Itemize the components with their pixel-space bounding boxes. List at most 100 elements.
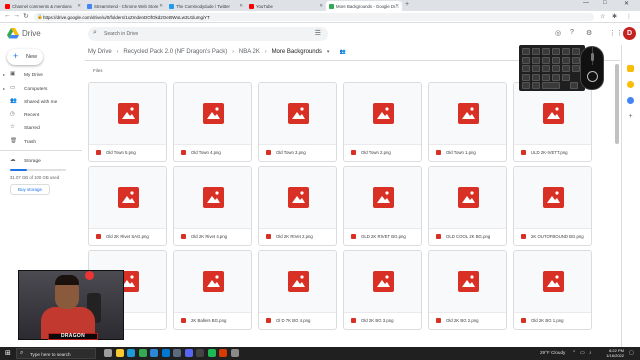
notifications-icon[interactable]: ▢ (629, 350, 634, 356)
obs-icon[interactable] (196, 349, 204, 357)
browser-tab-active[interactable]: More Backgrounds - Google Dr... ✕ (326, 1, 402, 11)
taskbar-clock[interactable]: 8:22 PM 1/16/2022 (598, 348, 624, 358)
volume-icon[interactable]: ♪ (589, 350, 592, 356)
mail-icon[interactable] (161, 349, 170, 357)
spotify-icon[interactable] (207, 349, 216, 357)
file-card[interactable]: 2K OUTOFBOUND BG.png (513, 166, 592, 246)
sidebar-item-shared-with-me[interactable]: 👥 Shared with me (0, 97, 82, 108)
shared-folder-icon[interactable]: 👥 (339, 49, 345, 55)
file-thumbnail[interactable] (429, 167, 506, 229)
scrollbar-thumb[interactable] (615, 64, 619, 144)
maximize-button[interactable]: □ (603, 0, 607, 6)
file-card[interactable]: ULD 2K-IVETT.png (513, 82, 592, 162)
keep-icon[interactable] (627, 81, 634, 88)
close-tab-icon[interactable]: ✕ (77, 3, 81, 9)
taskbar-search-input[interactable]: ⌕ Type here to search (16, 348, 96, 359)
file-thumbnail[interactable] (344, 251, 421, 313)
back-button[interactable]: ← (4, 12, 11, 19)
reload-button[interactable]: ↻ (23, 12, 29, 20)
close-tab-icon[interactable]: ✕ (395, 3, 399, 9)
chrome-menu-icon[interactable]: ⋮ (626, 13, 632, 20)
buy-storage-button[interactable]: Buy storage (10, 184, 50, 195)
scrollbar[interactable] (615, 62, 619, 345)
windows-start-icon[interactable]: ⊞ (5, 350, 11, 357)
breadcrumb-item[interactable]: My Drive (88, 49, 112, 55)
drive-search-input[interactable]: ⌕ Search in Drive ☰ (88, 27, 328, 41)
file-card[interactable]: Old 2K Rivet 4.png (173, 166, 252, 246)
minimize-button[interactable]: — (583, 0, 589, 6)
file-thumbnail[interactable] (174, 167, 251, 229)
file-card[interactable]: Old Town 1.png (428, 82, 507, 162)
add-addon-icon[interactable]: + (627, 113, 634, 120)
file-thumbnail[interactable] (514, 167, 591, 229)
file-card[interactable]: OLD COOL 2K BG.png (428, 166, 507, 246)
file-thumbnail[interactable] (344, 83, 421, 145)
file-card[interactable]: Old Town 5.png (88, 82, 167, 162)
browser-tab[interactable]: StreamSend - Chrome Web Store ✕ (84, 1, 166, 11)
browser-tab[interactable]: The Commodydude / Twitter ✕ (166, 1, 246, 11)
file-card[interactable]: 2K Ballers BG.png (173, 250, 252, 330)
file-thumbnail[interactable] (259, 83, 336, 145)
network-icon[interactable]: ▭ (580, 350, 585, 356)
sidebar-item-my-drive[interactable]: ▸ ▣ My Drive (0, 70, 82, 81)
file-card[interactable]: Old Town 4.png (173, 82, 252, 162)
weather-widget[interactable]: 29°F Cloudy (540, 350, 565, 355)
offline-status-icon[interactable]: ◎ (555, 29, 561, 37)
apps-icon[interactable]: ⋮⋮ (609, 29, 623, 37)
close-window-button[interactable]: ✕ (624, 0, 629, 7)
sidebar-item-starred[interactable]: ☆ Starred (0, 123, 82, 134)
sidebar-item-computers[interactable]: ▸ ▭ Computers (0, 84, 82, 95)
chevron-down-icon[interactable]: ▾ (327, 49, 330, 55)
chrome-icon[interactable] (138, 349, 147, 357)
browser-tab[interactable]: YouTube ✕ (246, 1, 326, 11)
tasks-icon[interactable] (627, 97, 634, 104)
breadcrumb-current[interactable]: More Backgrounds (272, 49, 322, 55)
expand-icon[interactable]: ▸ (3, 86, 5, 91)
task-view-icon[interactable] (104, 349, 112, 357)
tray-chevron-icon[interactable]: ⌃ (572, 350, 576, 356)
new-tab-button[interactable]: + (405, 1, 409, 8)
file-thumbnail[interactable] (174, 251, 251, 313)
search-options-icon[interactable]: ☰ (315, 29, 321, 37)
bookmark-star-icon[interactable]: ☆ (600, 13, 605, 20)
discord-icon[interactable] (184, 349, 193, 357)
google-drive-logo-icon[interactable] (7, 28, 19, 39)
settings-icon[interactable] (230, 349, 239, 357)
forward-button[interactable]: → (13, 12, 20, 19)
sidebar-item-recent[interactable]: ◷ Recent (0, 110, 82, 121)
file-card[interactable]: Old Town 3.png (258, 82, 337, 162)
calendar-icon[interactable] (627, 65, 634, 72)
edge-icon[interactable] (127, 349, 135, 357)
file-explorer-icon[interactable] (115, 349, 124, 357)
file-card[interactable]: Old 2K BG 3.png (343, 250, 422, 330)
url-input[interactable]: 🔒 https://drive.google.com/drive/u/0/fol… (34, 13, 594, 21)
close-tab-icon[interactable]: ✕ (319, 3, 323, 9)
breadcrumb-item[interactable]: Recycled Pack 2.0 (NF Dragon's Pack) (123, 49, 227, 55)
app-title[interactable]: Drive (22, 29, 41, 38)
file-card[interactable]: Old 2K Rivet SAG.png (88, 166, 167, 246)
sidebar-item-trash[interactable]: 🗑 Trash (0, 137, 82, 148)
search-icon[interactable]: ⌕ (93, 29, 97, 37)
file-thumbnail[interactable] (259, 167, 336, 229)
file-card[interactable]: Old 2K RIVet 2.png (258, 166, 337, 246)
file-thumbnail[interactable] (89, 167, 166, 229)
photos-icon[interactable] (219, 349, 227, 357)
file-thumbnail[interactable] (514, 83, 591, 145)
file-card[interactable]: Old 2K BG 2.png (428, 250, 507, 330)
file-thumbnail[interactable] (429, 83, 506, 145)
file-card[interactable]: Ol D 7K BG 4.png (258, 250, 337, 330)
help-icon[interactable]: ? (570, 29, 574, 36)
account-avatar[interactable]: D (623, 27, 636, 40)
sidebar-item-storage[interactable]: ☁ Storage (0, 156, 82, 167)
file-thumbnail[interactable] (429, 251, 506, 313)
file-thumbnail[interactable] (89, 83, 166, 145)
new-button[interactable]: + New (7, 49, 43, 65)
browser-tab[interactable]: Channel comments & mentions ✕ (2, 1, 84, 11)
file-thumbnail[interactable] (259, 251, 336, 313)
file-thumbnail[interactable] (344, 167, 421, 229)
breadcrumb-item[interactable]: NBA 2K (239, 49, 260, 55)
store-icon[interactable] (150, 349, 158, 357)
close-tab-icon[interactable]: ✕ (239, 3, 243, 9)
close-tab-icon[interactable]: ✕ (159, 3, 163, 9)
file-thumbnail[interactable] (514, 251, 591, 313)
